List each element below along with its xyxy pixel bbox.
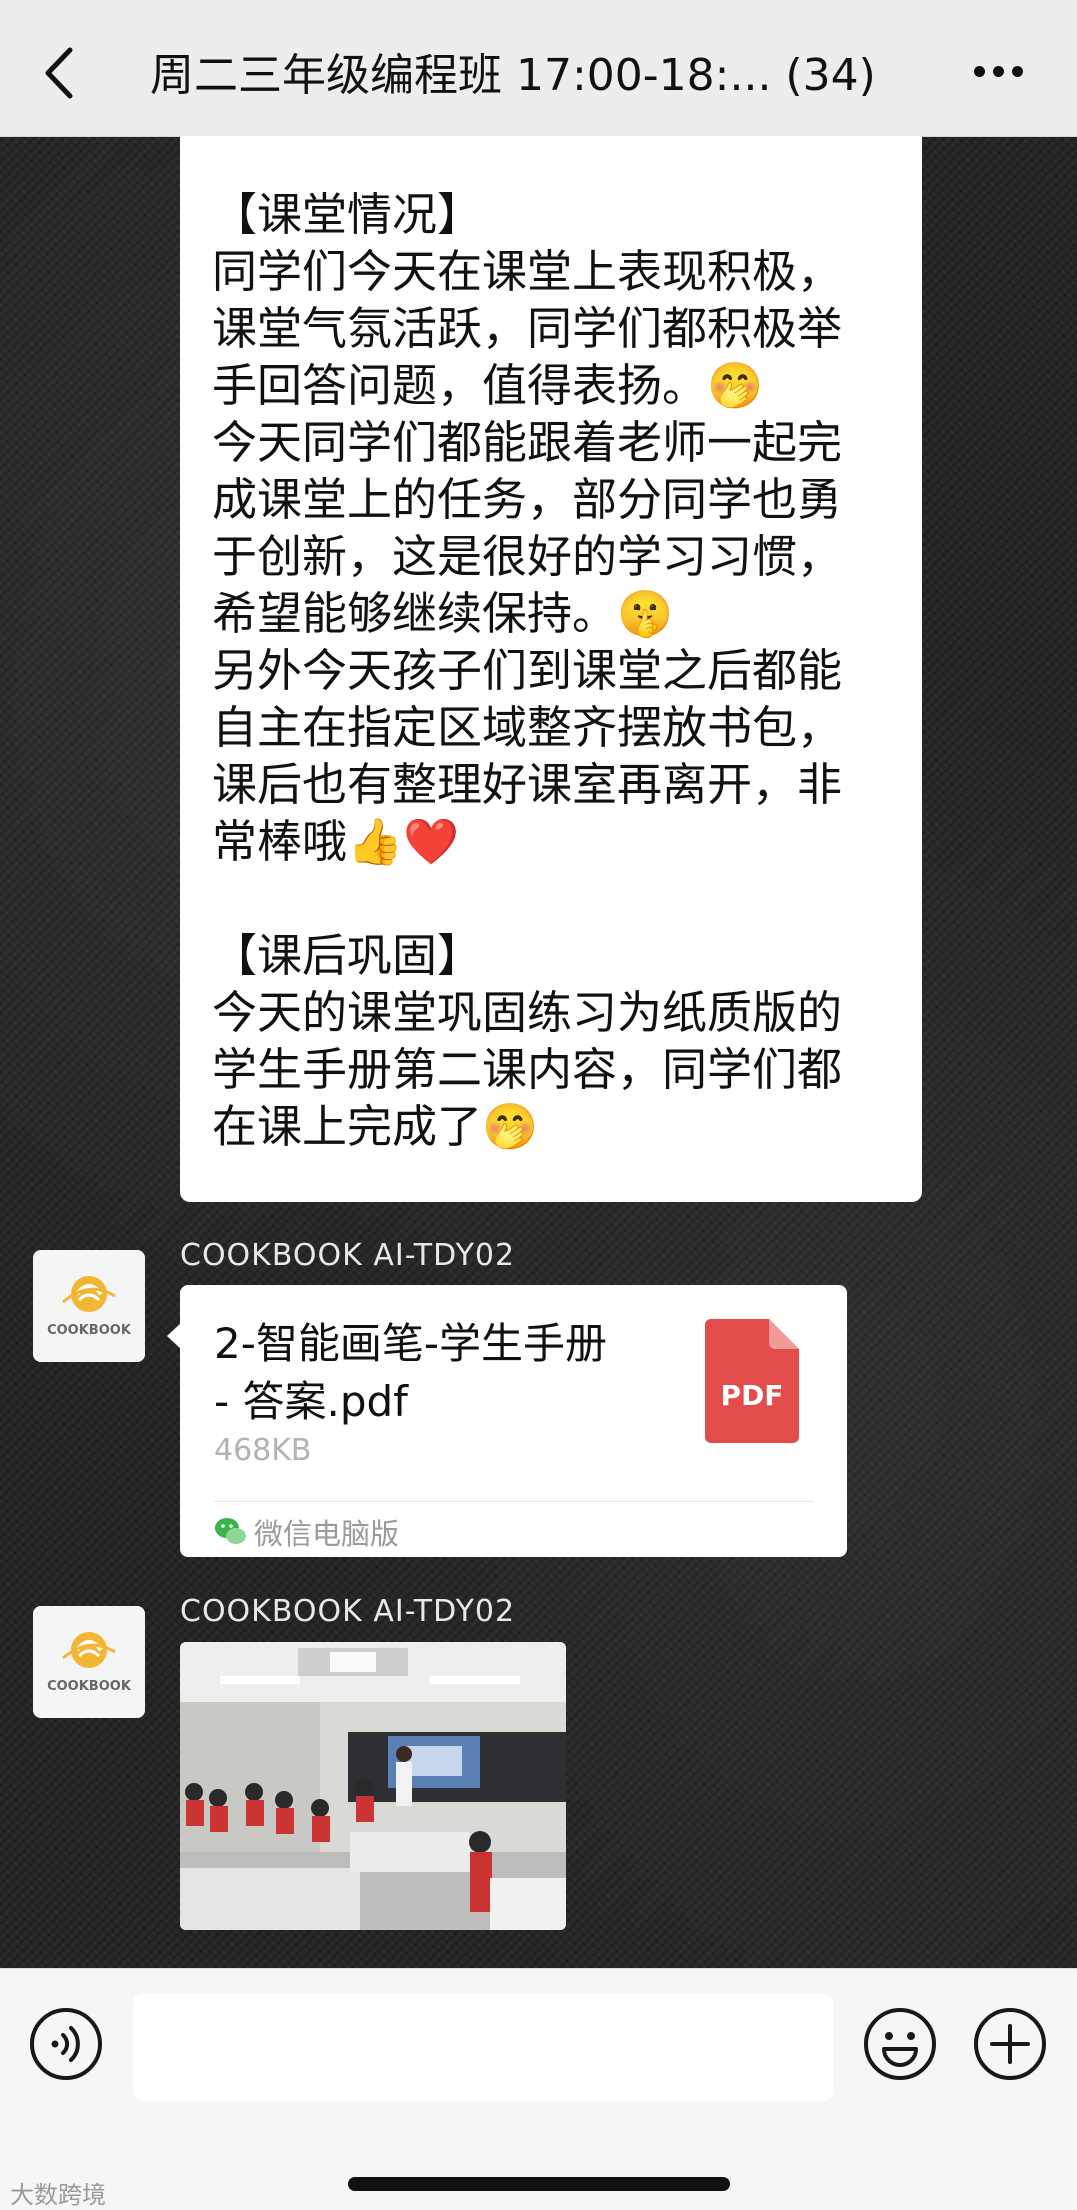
chevron-left-icon	[45, 47, 73, 99]
file-source-label: 微信电脑版	[254, 1517, 400, 1551]
avatar[interactable]: COOKBOOK	[33, 1250, 145, 1362]
message-input[interactable]	[133, 1993, 833, 2101]
sender-name: COOKBOOK AI-TDY02	[180, 1238, 516, 1273]
file-size: 468KB	[214, 1433, 312, 1468]
plus-icon	[974, 2008, 1046, 2080]
avatar-label: COOKBOOK	[47, 1679, 132, 1694]
voice-button[interactable]	[28, 2006, 104, 2082]
classroom-photo[interactable]	[180, 1642, 566, 1930]
plus-button[interactable]	[972, 2006, 1048, 2082]
text-message-bubble[interactable]: 【课堂情况】 同学们今天在课堂上表现积极， 课堂气氛活跃，同学们都积极举 手回答…	[180, 136, 922, 1202]
home-indicator[interactable]	[348, 2177, 730, 2191]
avatar-label: COOKBOOK	[47, 1323, 132, 1338]
more-button[interactable]	[970, 60, 1032, 84]
pdf-file-icon: PDF	[705, 1319, 799, 1443]
pdf-label: PDF	[721, 1379, 784, 1412]
watermark: 大数跨境	[10, 2181, 106, 2209]
message-text: 【课堂情况】 同学们今天在课堂上表现积极， 课堂气氛活跃，同学们都积极举 手回答…	[212, 188, 843, 1153]
sender-name: COOKBOOK AI-TDY02	[180, 1594, 516, 1629]
chat-header: 周二三年级编程班 17:00-18:... (34)	[0, 0, 1077, 137]
wechat-icon	[215, 1518, 246, 1544]
more-dot	[993, 66, 1004, 77]
cookbook-logo-icon: COOKBOOK	[33, 1606, 145, 1718]
cookbook-logo-icon: COOKBOOK	[33, 1250, 145, 1362]
more-dot	[1012, 66, 1023, 77]
avatar[interactable]: COOKBOOK	[33, 1606, 145, 1718]
file-message-card[interactable]: 2-智能画笔-学生手册 - 答案.pdf 468KB PDF 微信电脑版	[167, 1285, 847, 1557]
chat-title: 周二三年级编程班 17:00-18:... (34)	[150, 50, 876, 101]
file-name: 2-智能画笔-学生手册 - 答案.pdf	[214, 1319, 608, 1426]
back-button[interactable]	[38, 44, 82, 102]
divider	[214, 1501, 814, 1502]
bubble-arrow	[167, 1323, 181, 1349]
emoji-button[interactable]	[862, 2006, 938, 2082]
emoji-icon	[864, 2008, 936, 2080]
more-dots-icon	[974, 66, 985, 77]
input-bar: 大数跨境	[0, 1968, 1077, 2210]
voice-icon	[30, 2008, 102, 2080]
